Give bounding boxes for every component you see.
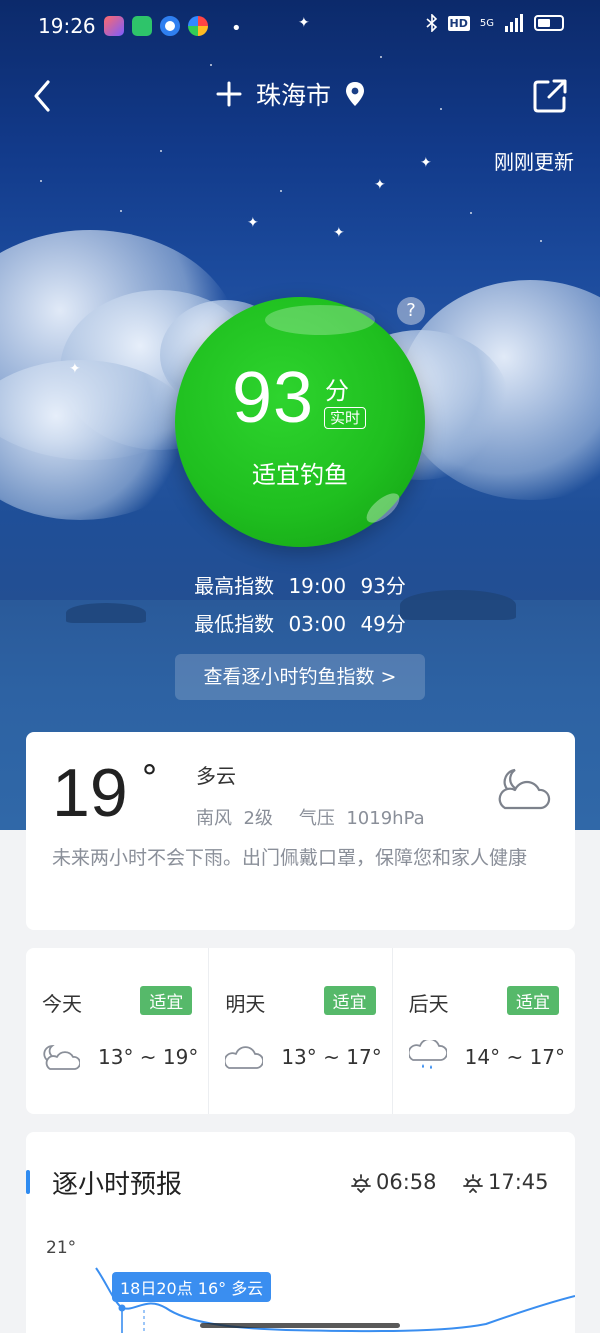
suitability-badge: 适宜 <box>506 986 559 1015</box>
star <box>40 180 42 182</box>
star <box>210 64 212 66</box>
temp-range: 13° ~ 19° <box>98 1045 199 1069</box>
star: ✦ <box>247 215 259 231</box>
app-notification-icon <box>188 16 208 36</box>
sunrise-icon <box>351 1174 371 1193</box>
location-pin-icon[interactable] <box>345 81 365 107</box>
wind-direction: 南风 <box>196 808 232 829</box>
day-forecast-after-tomorrow[interactable]: 后天 适宜 14° ~ 17° <box>391 948 575 1114</box>
hourly-tooltip: 18日20点 16° 多云 <box>112 1272 272 1302</box>
hd-icon: HD <box>447 15 470 31</box>
wind-level: 2级 <box>243 808 273 829</box>
current-hour-point <box>118 1304 126 1312</box>
city-selector[interactable]: 珠海市 <box>216 76 365 112</box>
status-bar: 19:26 • HD 5G <box>0 0 600 54</box>
hourly-forecast-card: 逐小时预报 06:58 17:45 21° 18日20点 16° 多云 <box>26 1132 575 1333</box>
current-weather-card[interactable]: 19 ° 多云 南风 2级 气压 1019hPa 未来两小时不会下雨。出门佩戴口… <box>26 732 575 930</box>
min-index-label: 最低指数 <box>194 612 275 636</box>
sunrise: 06:58 <box>350 1170 437 1194</box>
y-axis-max: 21° <box>46 1238 77 1258</box>
section-accent-bar <box>26 1170 30 1194</box>
pressure-info: 气压 1019hPa <box>299 804 425 830</box>
weather-condition: 多云 <box>196 764 236 788</box>
star <box>280 190 282 192</box>
pressure-value: 1019hPa <box>346 808 425 829</box>
day-name: 今天 <box>42 992 82 1016</box>
back-icon[interactable] <box>28 76 60 116</box>
pressure-label: 气压 <box>298 808 335 829</box>
sunrise-time: 06:58 <box>376 1170 437 1194</box>
battery-icon <box>534 15 564 31</box>
degree-symbol: ° <box>141 758 158 798</box>
bluetooth-icon <box>425 14 437 32</box>
sunset-time: 17:45 <box>488 1170 549 1194</box>
app-notification-icon <box>104 16 124 36</box>
share-icon[interactable] <box>532 78 568 114</box>
day-forecast-today[interactable]: 今天 适宜 13° ~ 19° <box>26 948 208 1114</box>
cloud-icon <box>225 1046 264 1069</box>
weather-advice: 未来两小时不会下雨。出门佩戴口罩，保障您和家人健康 <box>52 847 528 869</box>
wind-info: 南风 2级 <box>196 804 273 830</box>
star: ✦ <box>333 225 345 241</box>
suitability-badge: 适宜 <box>140 986 193 1015</box>
day-name: 后天 <box>408 992 449 1016</box>
app-notification-icon <box>132 16 152 36</box>
star <box>160 150 162 152</box>
signal-icon <box>505 14 523 32</box>
star: ✦ <box>69 361 81 377</box>
three-day-forecast-card: 今天 适宜 13° ~ 19° 明天 适宜 13° ~ 17° 后天 适宜 14… <box>26 948 575 1114</box>
ball-highlight <box>265 305 375 335</box>
status-app-icons <box>104 16 208 36</box>
rain-cloud-icon <box>408 1040 447 1069</box>
weather-meta: 南风 2级 气压 1019hPa <box>196 804 425 830</box>
hourly-forecast-title: 逐小时预报 <box>52 1170 183 1200</box>
min-index: 最低指数 03:00 49分 <box>0 608 600 637</box>
score-label: 适宜钓鱼 <box>252 461 348 489</box>
star: ✦ <box>374 177 386 193</box>
max-index-value: 93分 <box>360 574 406 598</box>
partly-cloudy-icon <box>43 1045 80 1070</box>
score-unit: 分 <box>325 377 349 405</box>
app-notification-icon <box>160 16 180 36</box>
star <box>380 56 382 58</box>
sunset-icon <box>463 1174 483 1193</box>
day-forecast-tomorrow[interactable]: 明天 适宜 13° ~ 17° <box>208 948 391 1114</box>
min-index-time: 03:00 <box>288 612 347 636</box>
fishing-score: 93 <box>232 358 315 438</box>
temp-range: 14° ~ 17° <box>464 1045 566 1069</box>
update-status: 刚刚更新 <box>494 150 574 174</box>
max-index-label: 最高指数 <box>194 574 275 598</box>
realtime-tag: 实时 <box>324 407 367 429</box>
status-dot: • <box>231 18 242 39</box>
top-nav: 珠海市 <box>0 70 600 122</box>
status-right: HD 5G <box>425 14 564 32</box>
star <box>470 212 472 214</box>
max-index-time: 19:00 <box>288 574 347 598</box>
temp-range: 13° ~ 17° <box>281 1045 382 1069</box>
help-icon[interactable]: ? <box>397 297 425 325</box>
add-icon[interactable] <box>216 81 242 107</box>
day-name: 明天 <box>225 992 266 1016</box>
status-time: 19:26 <box>38 14 96 38</box>
fishing-score-ball[interactable]: 93 分 实时 适宜钓鱼 <box>175 297 425 547</box>
home-indicator[interactable] <box>200 1323 400 1328</box>
city-name[interactable]: 珠海市 <box>256 76 331 112</box>
min-index-value: 49分 <box>360 612 406 636</box>
star <box>120 210 122 212</box>
suitability-badge: 适宜 <box>323 986 376 1015</box>
hourly-fishing-index-button[interactable]: 查看逐小时钓鱼指数 > <box>175 654 425 700</box>
star <box>540 240 542 242</box>
night-cloudy-icon <box>498 768 551 810</box>
current-temp: 19 <box>52 755 128 831</box>
star: ✦ <box>420 155 432 171</box>
network-label: 5G <box>479 17 494 29</box>
max-index: 最高指数 19:00 93分 <box>0 570 600 599</box>
sunset: 17:45 <box>462 1170 549 1194</box>
